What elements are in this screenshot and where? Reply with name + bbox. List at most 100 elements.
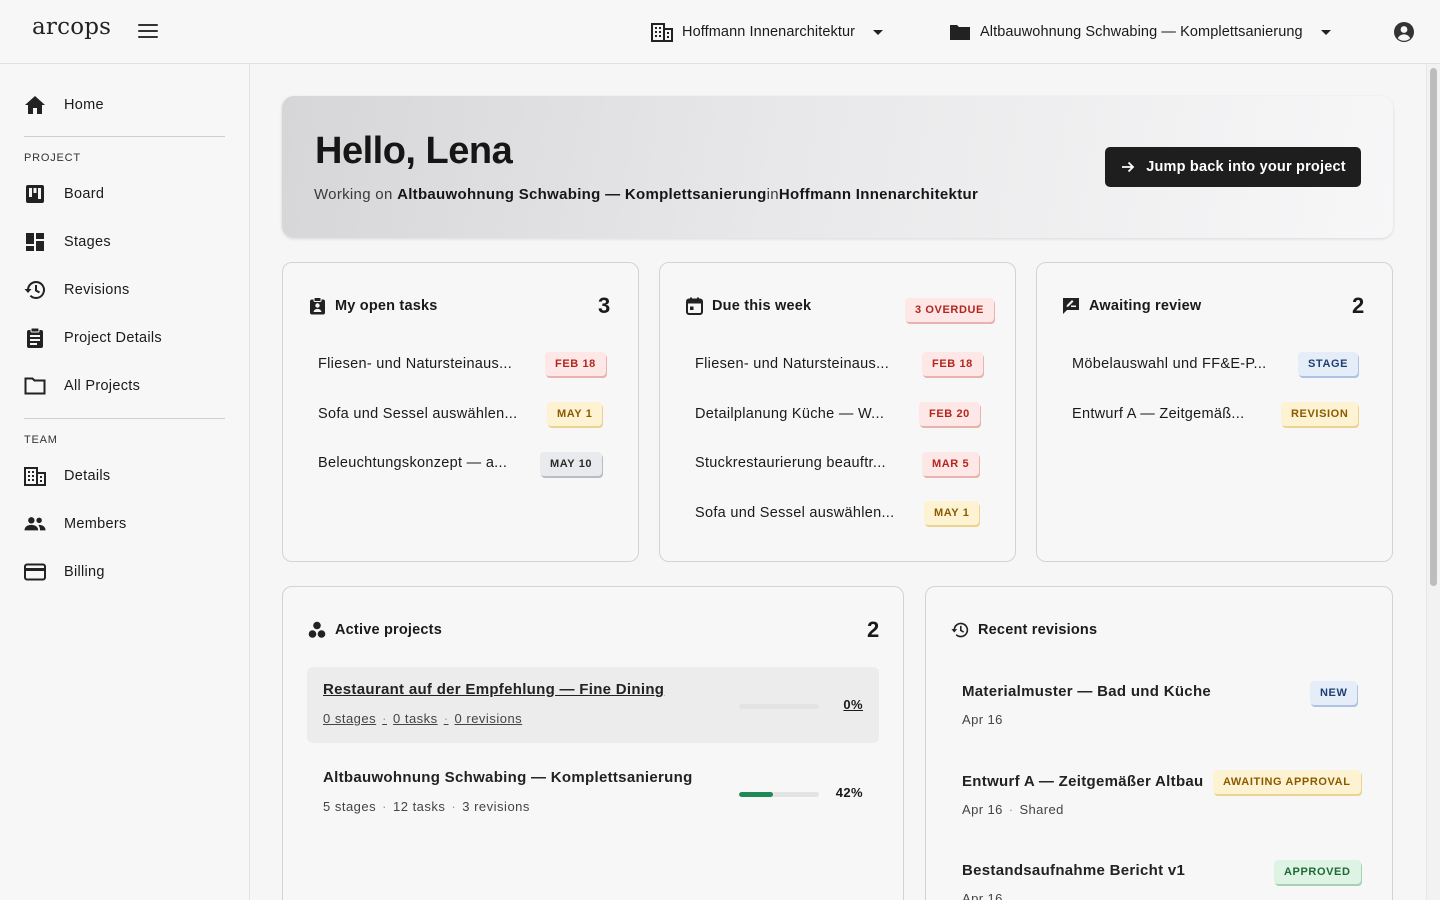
task-count[interactable]: 0 tasks — [393, 711, 438, 726]
stage-count[interactable]: 0 stages — [323, 711, 376, 726]
home-icon — [24, 94, 46, 116]
open-tasks-card: My open tasks 3 Fliesen- und Natursteina… — [282, 262, 639, 562]
working-on-in: in — [766, 186, 779, 203]
sidebar-item-label: Home — [64, 97, 104, 113]
revision-title[interactable]: Bestandsaufnahme Bericht v1 — [962, 862, 1185, 879]
sidebar-item-members[interactable]: Members — [24, 510, 127, 538]
sidebar-item-label: All Projects — [64, 378, 141, 394]
sidebar: Home PROJECT Board Stages Revisions Proj… — [0, 64, 250, 900]
task-title: Sofa und Sessel auswählen... — [695, 505, 895, 521]
revision-date: Apr 16 — [962, 802, 1003, 817]
task-row[interactable]: Sofa und Sessel auswählen... — [695, 501, 894, 525]
sidebar-item-billing[interactable]: Billing — [24, 558, 105, 586]
task-row[interactable]: Beleuchtungskonzept — a... — [318, 451, 507, 475]
due-date-chip: MAY 1 — [924, 501, 980, 525]
board-icon — [24, 183, 46, 205]
sidebar-item-details[interactable]: Details — [24, 462, 110, 490]
task-row[interactable]: Stuckrestaurierung beauftr... — [695, 451, 886, 475]
stage-count[interactable]: 5 stages — [323, 799, 376, 814]
sidebar-item-label: Members — [64, 516, 127, 532]
main-content: Hello, Lena Working on Altbauwohnung Sch… — [250, 64, 1426, 900]
revision-title[interactable]: Entwurf A — Zeitgemäßer Altbau — [962, 773, 1204, 790]
workspaces-icon — [308, 621, 326, 639]
revision-date: Apr 16 — [962, 891, 1003, 900]
sidebar-item-label: Details — [64, 468, 111, 484]
building-icon — [651, 21, 673, 43]
sidebar-item-label: Billing — [64, 564, 105, 580]
jump-back-button[interactable]: Jump back into your project — [1105, 147, 1361, 187]
project-name-link[interactable]: Restaurant auf der Empfehlung — Fine Din… — [323, 681, 664, 698]
awaiting-review-card: Awaiting review 2 Möbelauswahl und FF&E-… — [1036, 262, 1393, 562]
task-title: Fliesen- und Natursteinaus... — [695, 356, 890, 372]
revision-meta: Apr 16 — [962, 712, 1003, 727]
folder-outline-icon — [24, 375, 46, 397]
active-projects-card: Active projects 2 Restaurant auf der Emp… — [282, 586, 904, 900]
folder-icon — [949, 21, 971, 43]
revision-title[interactable]: Materialmuster — Bad und Küche — [962, 683, 1211, 700]
scrollbar[interactable] — [1426, 64, 1440, 900]
task-count[interactable]: 12 tasks — [393, 799, 445, 814]
working-on-project: Altbauwohnung Schwabing — Komplettsanier… — [397, 186, 767, 203]
menu-icon[interactable] — [138, 24, 158, 40]
jump-back-label: Jump back into your project — [1146, 159, 1346, 175]
assignment-icon — [308, 297, 326, 315]
history-icon — [951, 621, 969, 639]
due-date-chip: FEB 18 — [922, 352, 983, 376]
card-title: Active projects — [335, 622, 442, 638]
sidebar-item-project-details[interactable]: Project Details — [24, 324, 162, 352]
recent-revisions-card: Recent revisions Materialmuster — Bad un… — [925, 586, 1393, 900]
card-header: My open tasks — [308, 297, 438, 315]
task-row[interactable]: Sofa und Sessel auswählen... — [318, 402, 517, 426]
sidebar-item-label: Board — [64, 186, 105, 202]
progress-percent: 0% — [843, 697, 863, 712]
project-count: 2 — [867, 617, 880, 642]
project-row[interactable]: Restaurant auf der Empfehlung — Fine Din… — [307, 667, 879, 743]
project-name-link[interactable]: Altbauwohnung Schwabing — Komplettsanier… — [323, 769, 693, 786]
sidebar-item-home[interactable]: Home — [24, 91, 104, 119]
project-selector[interactable]: Altbauwohnung Schwabing — Komplettsanier… — [949, 18, 1331, 46]
rate-review-icon — [1062, 297, 1080, 315]
review-title: Möbelauswahl und FF&E-P... — [1072, 356, 1267, 372]
revision-count[interactable]: 0 revisions — [455, 711, 523, 726]
review-row[interactable]: Möbelauswahl und FF&E-P... — [1072, 352, 1267, 376]
task-row[interactable]: Fliesen- und Natursteinaus... — [318, 352, 512, 376]
task-count: 3 — [598, 293, 611, 318]
credit-card-icon — [24, 561, 46, 583]
card-header: Awaiting review — [1062, 297, 1201, 315]
overdue-badge: 3 OVERDUE — [905, 298, 994, 322]
revision-meta: Apr 16 · Shared — [962, 802, 1064, 817]
type-chip: REVISION — [1281, 402, 1359, 426]
due-date-chip: FEB 18 — [545, 352, 606, 376]
review-count: 2 — [1352, 293, 1365, 318]
sidebar-item-all-projects[interactable]: All Projects — [24, 372, 140, 400]
sidebar-item-revisions[interactable]: Revisions — [24, 276, 130, 304]
revision-count[interactable]: 3 revisions — [462, 799, 530, 814]
task-row[interactable]: Detailplanung Küche — W... — [695, 402, 884, 426]
chevron-down-icon — [1320, 29, 1331, 35]
project-row[interactable]: Altbauwohnung Schwabing — Komplettsanier… — [307, 755, 879, 831]
progress-fill — [739, 792, 773, 797]
building-icon — [24, 465, 46, 487]
org-selector[interactable]: Hoffmann Innenarchitektur — [651, 18, 884, 46]
sidebar-item-board[interactable]: Board — [24, 180, 104, 208]
working-on-org: Hoffmann Innenarchitektur — [778, 186, 979, 203]
progress-bar — [739, 704, 819, 709]
revision-shared: Shared — [1019, 802, 1064, 817]
working-on-text: Working on Altbauwohnung Schwabing — Kom… — [314, 186, 978, 203]
app-logo[interactable]: arcops — [32, 14, 111, 40]
sidebar-item-stages[interactable]: Stages — [24, 228, 111, 256]
review-row[interactable]: Entwurf A — Zeitgemäß... — [1072, 402, 1244, 426]
review-title: Entwurf A — Zeitgemäß... — [1072, 406, 1245, 422]
task-row[interactable]: Fliesen- und Natursteinaus... — [695, 352, 889, 376]
task-title: Detailplanung Küche — W... — [695, 406, 885, 422]
account-icon[interactable] — [1393, 21, 1415, 43]
scrollbar-thumb[interactable] — [1430, 68, 1437, 586]
divider — [24, 418, 225, 419]
project-name: Altbauwohnung Schwabing — Komplettsanier… — [980, 24, 1303, 40]
card-header: Due this week — [685, 297, 811, 315]
progress-percent: 42% — [835, 785, 863, 800]
sidebar-item-label: Stages — [64, 234, 111, 250]
task-title: Stuckrestaurierung beauftr... — [695, 455, 886, 471]
due-this-week-card: Due this week 3 OVERDUE Fliesen- und Nat… — [659, 262, 1016, 562]
org-name: Hoffmann Innenarchitektur — [682, 24, 856, 40]
